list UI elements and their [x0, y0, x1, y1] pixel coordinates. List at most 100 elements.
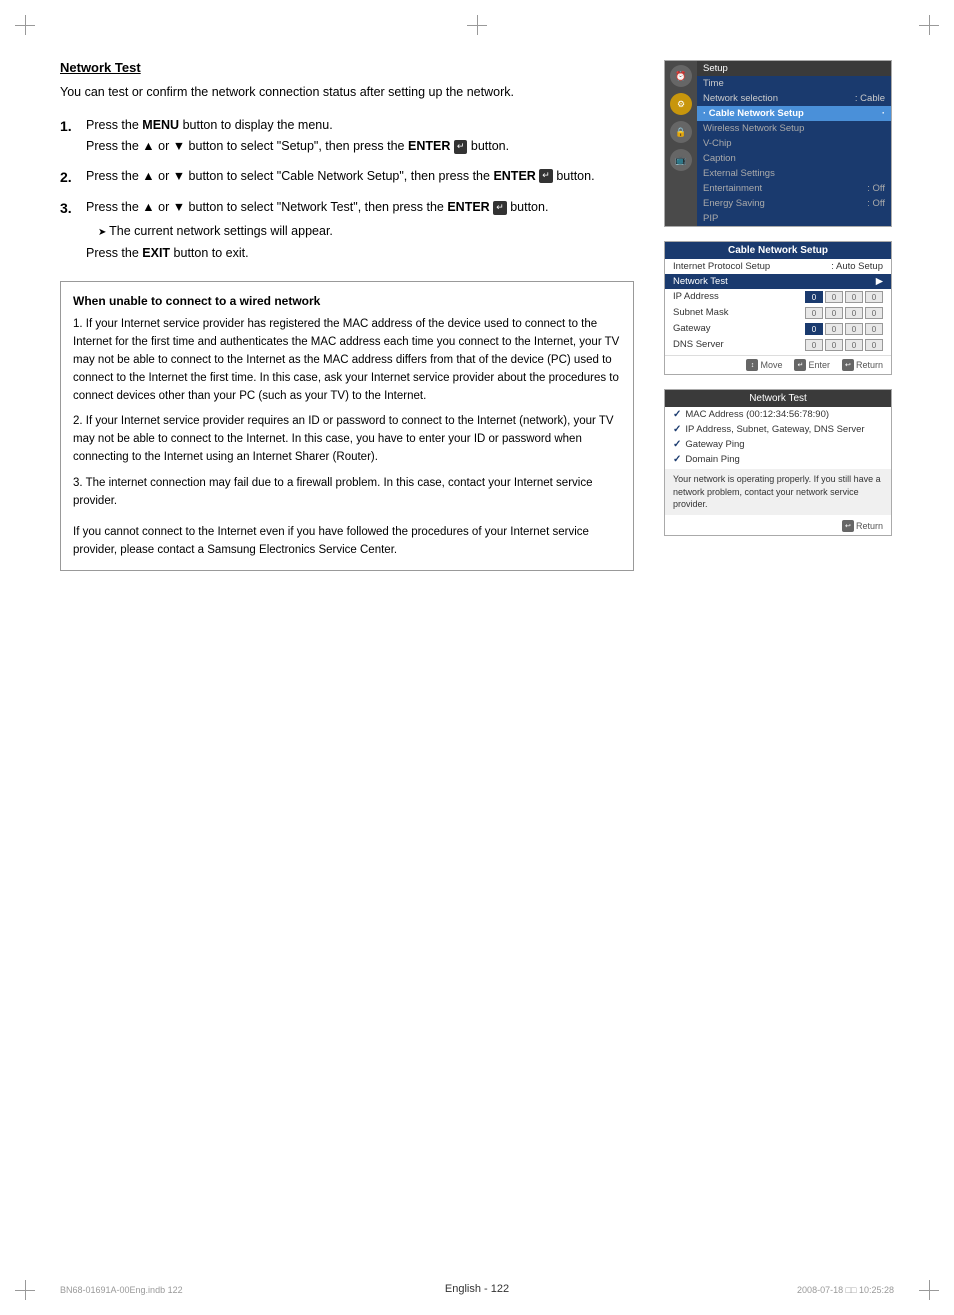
- ip-address-boxes: 0 0 0 0: [805, 291, 883, 303]
- step-3-main: Press the ▲ or ▼ button to select "Netwo…: [86, 198, 634, 217]
- cable-row-dns: DNS Server 0 0 0 0: [665, 337, 891, 353]
- footer-left: BN68-01691A-00Eng.indb 122: [60, 1285, 183, 1295]
- step-1: 1. Press the MENU button to display the …: [60, 116, 634, 157]
- subnet-box-3: 0: [845, 307, 863, 319]
- enter-icon-1: ↵: [454, 140, 468, 154]
- dns-boxes: 0 0 0 0: [805, 339, 883, 351]
- warning-item-last: If you cannot connect to the Internet ev…: [73, 518, 621, 560]
- menu-item-entertainment: Entertainment : Off: [697, 181, 891, 196]
- footer-right: 2008-07-18 □□ 10:25:28: [797, 1285, 894, 1295]
- network-test-item-1: ✓ MAC Address (00:12:34:56:78:90): [665, 407, 891, 422]
- gateway-box-1: 0: [805, 323, 823, 335]
- step-3-note1: The current network settings will appear…: [86, 222, 634, 241]
- content-area: Network Test You can test or confirm the…: [60, 60, 894, 571]
- step-1-number: 1.: [60, 116, 78, 157]
- network-test-item-3: ✓ Gateway Ping: [665, 437, 891, 452]
- enter-btn: ↵ Enter: [794, 359, 830, 371]
- step-1-main: Press the MENU button to display the men…: [86, 116, 634, 135]
- menu-item-cable-network-setup: · Cable Network Setup ·: [697, 106, 891, 121]
- footer-center: English - 122: [445, 1283, 509, 1295]
- gear-icon: ⚙: [670, 93, 692, 115]
- setup-label: Setup: [703, 63, 728, 74]
- network-test-title: Network Test: [665, 390, 891, 407]
- ip-box-3: 0: [845, 291, 863, 303]
- check-icon-3: ✓: [673, 439, 681, 450]
- step-1-content: Press the MENU button to display the men…: [86, 116, 634, 157]
- warning-box: When unable to connect to a wired networ…: [60, 281, 634, 571]
- section-title: Network Test: [60, 60, 634, 75]
- menu-item-caption: Caption: [697, 151, 891, 166]
- check-icon-2: ✓: [673, 424, 681, 435]
- step-2: 2. Press the ▲ or ▼ button to select "Ca…: [60, 167, 634, 189]
- check-icon-1: ✓: [673, 409, 681, 420]
- network-test-item-2: ✓ IP Address, Subnet, Gateway, DNS Serve…: [665, 422, 891, 437]
- step-3-note2: Press the EXIT button to exit.: [86, 244, 634, 263]
- step-2-main: Press the ▲ or ▼ button to select "Cable…: [86, 167, 634, 186]
- step-3-content: Press the ▲ or ▼ button to select "Netwo…: [86, 198, 634, 263]
- move-icon: ↕: [746, 359, 758, 371]
- step-2-content: Press the ▲ or ▼ button to select "Cable…: [86, 167, 634, 189]
- step-3: 3. Press the ▲ or ▼ button to select "Ne…: [60, 198, 634, 263]
- enter-icon-3: ↵: [493, 201, 507, 215]
- cable-row-network-test: Network Test ▶: [665, 274, 891, 289]
- menu-item-wireless: Wireless Network Setup: [697, 121, 891, 136]
- ip-box-2: 0: [825, 291, 843, 303]
- ip-box-1: 0: [805, 291, 823, 303]
- nt-return-icon: ↩: [842, 520, 854, 532]
- subnet-box-4: 0: [865, 307, 883, 319]
- warning-item-3: 3. The internet connection may fail due …: [73, 475, 621, 511]
- gateway-box-2: 0: [825, 323, 843, 335]
- screen-icon: 📺: [670, 149, 692, 171]
- network-test-footer: ↩ Return: [665, 517, 891, 535]
- menu-item-external: External Settings: [697, 166, 891, 181]
- network-test-item-4: ✓ Domain Ping: [665, 452, 891, 467]
- setup-menu-items: Setup Time Network selection : Cable · C…: [697, 61, 891, 226]
- dns-box-3: 0: [845, 339, 863, 351]
- setup-sidebar: ⏰ ⚙ 🔒 📺: [665, 61, 697, 226]
- subnet-boxes: 0 0 0 0: [805, 307, 883, 319]
- center-mark-top: [467, 15, 487, 35]
- right-content: ⏰ ⚙ 🔒 📺 Setup Time Network select: [664, 60, 894, 571]
- cable-row-subnet: Subnet Mask 0 0 0 0: [665, 305, 891, 321]
- setup-menu-header: Setup: [697, 61, 891, 76]
- move-btn: ↕ Move: [746, 359, 782, 371]
- setup-menu-panel: ⏰ ⚙ 🔒 📺 Setup Time Network select: [664, 60, 892, 227]
- subnet-box-2: 0: [825, 307, 843, 319]
- dns-box-2: 0: [825, 339, 843, 351]
- cable-panel-title: Cable Network Setup: [665, 242, 891, 259]
- return-btn: ↩ Return: [842, 359, 883, 371]
- return-icon: ↩: [842, 359, 854, 371]
- gateway-boxes: 0 0 0 0: [805, 323, 883, 335]
- dns-box-4: 0: [865, 339, 883, 351]
- menu-item-energy: Energy Saving : Off: [697, 196, 891, 211]
- menu-item-time: Time: [697, 76, 891, 91]
- cable-panel-footer: ↕ Move ↵ Enter ↩ Return: [665, 355, 891, 374]
- menu-item-vchip: V-Chip: [697, 136, 891, 151]
- network-test-message: Your network is operating properly. If y…: [665, 469, 891, 515]
- corner-mark-tr: [919, 15, 939, 35]
- nt-return-btn: ↩ Return: [842, 520, 883, 532]
- warning-item-2: 2. If your Internet service provider req…: [73, 413, 621, 466]
- cable-network-panel: Cable Network Setup Internet Protocol Se…: [664, 241, 892, 375]
- step-3-number: 3.: [60, 198, 78, 263]
- corner-mark-tl: [15, 15, 35, 35]
- steps-container: 1. Press the MENU button to display the …: [60, 116, 634, 263]
- subnet-box-1: 0: [805, 307, 823, 319]
- menu-item-pip: PIP: [697, 211, 891, 226]
- intro-text: You can test or confirm the network conn…: [60, 83, 634, 102]
- page: Network Test You can test or confirm the…: [0, 0, 954, 1315]
- cable-row-ip: IP Address 0 0 0 0: [665, 289, 891, 305]
- ip-box-4: 0: [865, 291, 883, 303]
- lock-icon: 🔒: [670, 121, 692, 143]
- cable-row-protocol: Internet Protocol Setup : Auto Setup: [665, 259, 891, 274]
- clock-icon: ⏰: [670, 65, 692, 87]
- gateway-box-3: 0: [845, 323, 863, 335]
- warning-item-1: 1. If your Internet service provider has…: [73, 316, 621, 405]
- step-1-sub: Press the ▲ or ▼ button to select "Setup…: [86, 137, 634, 156]
- network-test-panel: Network Test ✓ MAC Address (00:12:34:56:…: [664, 389, 892, 536]
- cable-row-gateway: Gateway 0 0 0 0: [665, 321, 891, 337]
- dns-box-1: 0: [805, 339, 823, 351]
- setup-menu-inner: ⏰ ⚙ 🔒 📺 Setup Time Network select: [665, 61, 891, 226]
- enter-icon-2: ↵: [539, 169, 553, 183]
- warning-title: When unable to connect to a wired networ…: [73, 292, 621, 311]
